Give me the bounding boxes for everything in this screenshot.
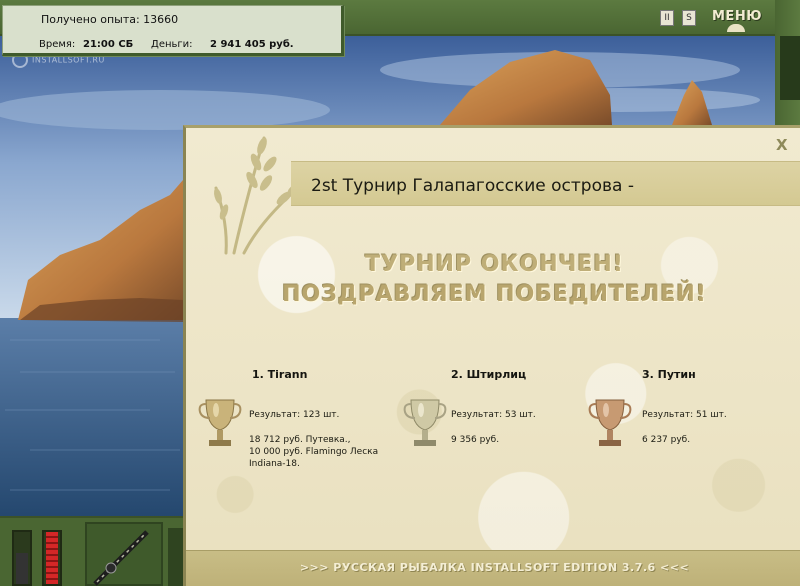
money-label: Деньги: <box>151 39 193 50</box>
winner-result: Результат: 53 шт. <box>451 410 536 420</box>
pause-button[interactable]: II <box>660 10 674 26</box>
sound-icon: S <box>686 13 692 23</box>
winner-name: 2. Штирлиц <box>451 368 527 381</box>
bronze-cup-icon <box>588 399 632 446</box>
gold-cup-icon <box>198 399 242 446</box>
fishing-rod-icon <box>93 530 149 586</box>
winner-result: Результат: 51 шт. <box>642 410 727 420</box>
prize-line: 10 000 руб. Flamingo Леска <box>249 447 379 457</box>
winner-prize: 18 712 руб. Путевка., 10 000 руб. Flamin… <box>249 434 378 470</box>
money-value: 2 941 405 руб. <box>210 39 294 50</box>
tournament-title: 2st Турнир Галапагосские острова - <box>311 176 634 196</box>
sound-button[interactable]: S <box>682 10 696 26</box>
experience-text: Получено опыта: 13660 <box>41 13 179 26</box>
winner-prize: 9 356 руб. <box>451 434 499 446</box>
tournament-results-dialog: 2st Турнир Галапагосские острова - X ТУР… <box>183 125 800 586</box>
status-panel: Получено опыта: 13660 Время: 21:00 СБ Де… <box>2 5 344 56</box>
prize-line: 6 237 руб. <box>642 435 691 445</box>
winner-name: 3. Путин <box>642 368 696 381</box>
winner-result: Результат: 123 шт. <box>249 410 340 420</box>
congratulations-heading: ПОЗДРАВЛЯЕМ ПОБЕДИТЕЛЕЙ! <box>282 282 707 307</box>
health-gauge <box>42 530 62 586</box>
gear-icon <box>727 24 745 32</box>
silver-cup-icon <box>403 399 447 446</box>
game-edition-footer: >>> РУССКАЯ РЫБАЛКА INSTALLSOFT EDITION … <box>299 561 690 574</box>
inventory-slot[interactable] <box>168 528 184 586</box>
prize-line: 18 712 руб. Путевка., <box>249 435 351 445</box>
gauge-fill <box>46 532 58 584</box>
gauge-fill <box>16 552 28 584</box>
stamina-gauge <box>12 530 32 586</box>
prize-line: 9 356 руб. <box>451 435 500 445</box>
close-button[interactable]: X <box>776 136 788 154</box>
menu-button[interactable]: МЕНЮ <box>712 9 762 24</box>
winner-prize: 6 237 руб. <box>642 434 690 446</box>
time-label: Время: <box>39 39 76 50</box>
prize-line: Indiana-18. <box>249 459 300 469</box>
pause-icon: II <box>664 13 670 23</box>
time-value: 21:00 СБ <box>83 39 134 50</box>
fishing-rod-slot[interactable] <box>85 522 163 586</box>
tournament-finished-heading: ТУРНИР ОКОНЧЕН! <box>365 252 624 277</box>
winner-name: 1. Tirann <box>252 368 308 381</box>
